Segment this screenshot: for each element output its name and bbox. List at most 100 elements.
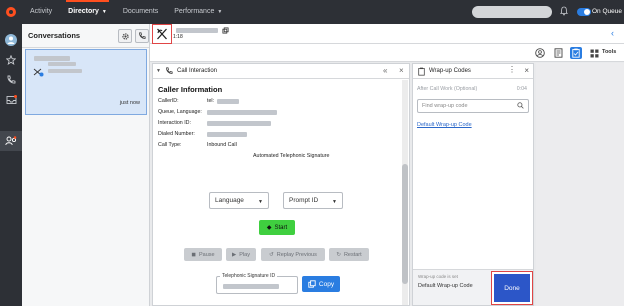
conversation-time: just now (119, 100, 140, 106)
redacted-signature-id (223, 284, 279, 289)
notes-document-icon[interactable] (552, 47, 564, 59)
wrapup-search-input[interactable]: Find wrap-up code (417, 99, 529, 113)
start-label: Start (274, 224, 288, 231)
scrollbar-thumb[interactable] (402, 164, 408, 284)
close-icon[interactable]: × (399, 66, 404, 75)
conversations-panel: Conversations just now (22, 24, 150, 306)
done-button[interactable]: Done (494, 274, 530, 302)
copy-label: Copy (318, 280, 335, 288)
expand-caret-icon[interactable]: ▼ (156, 68, 161, 74)
nav-directory[interactable]: Directory ▼ (60, 0, 115, 24)
chevron-down-icon: ▼ (101, 9, 107, 15)
replay-previous-button[interactable]: ↺ Replay Previous (261, 248, 325, 261)
replay-label: Replay Previous (276, 251, 317, 258)
chevron-down-icon: ▼ (258, 199, 263, 205)
redacted-caller (176, 28, 218, 33)
wrapup-search-placeholder: Find wrap-up code (422, 103, 468, 109)
conversations-title: Conversations (28, 31, 81, 40)
after-call-work-timer: 0:04 (516, 86, 527, 92)
restart-icon: ↻ (336, 251, 341, 258)
close-icon[interactable]: × (524, 66, 529, 75)
redacted-dialed-number (207, 132, 247, 137)
signature-id-field[interactable]: Telephonic Signature ID (216, 273, 298, 294)
prompt-id-select[interactable]: Prompt ID ▼ (283, 192, 343, 209)
wrapup-codes-panel: Wrap-up Codes ⋮ × After Call Work (Optio… (412, 63, 534, 306)
call-interaction-title: Call Interaction (177, 68, 218, 74)
on-queue-label: On Queue (592, 8, 622, 15)
caller-id-label: CallerID: (158, 98, 179, 104)
tools-grid-icon[interactable] (588, 47, 600, 59)
automated-signature-text: Automated Telephonic Signature (253, 153, 330, 159)
call-timer: 1:18 (173, 34, 183, 40)
phone-disconnected-icon (157, 28, 167, 40)
start-button[interactable]: ◆ Start (259, 220, 295, 235)
genesys-logo[interactable] (0, 0, 22, 24)
star-icon[interactable] (5, 54, 17, 66)
new-call-button[interactable] (135, 29, 149, 43)
user-avatar-icon[interactable] (5, 34, 17, 46)
wrapup-clipboard-icon[interactable] (570, 47, 582, 59)
tools-bar: Tools (150, 44, 624, 62)
default-wrapup-code-link[interactable]: Default Wrap-up Code (417, 122, 472, 128)
empty-workspace (536, 63, 624, 306)
on-queue-toggle[interactable] (577, 8, 591, 16)
notifications-bell-icon[interactable] (560, 6, 568, 16)
pause-label: Pause (198, 251, 215, 258)
copy-button[interactable]: Copy (302, 276, 340, 292)
contact-profile-icon[interactable] (534, 47, 546, 59)
after-call-work-label: After Call Work (Optional) (417, 86, 478, 92)
call-type-label: Call Type: (158, 142, 182, 148)
copy-icon (308, 280, 316, 288)
tools-label[interactable]: Tools (602, 49, 616, 55)
more-options-icon[interactable]: ⋮ (508, 65, 516, 74)
gear-icon (121, 32, 129, 40)
clipboard-icon (418, 67, 425, 76)
redacted-caller-id (217, 99, 239, 104)
restart-button[interactable]: ↻ Restart (329, 248, 369, 261)
phone-icon (166, 67, 173, 74)
done-button-highlight: Done (491, 271, 533, 305)
app-window: Activity Directory ▼ Documents Performanc… (0, 0, 624, 306)
queue-language-label: Queue, Language: (158, 109, 202, 115)
collapse-left-icon[interactable]: « (383, 66, 387, 75)
collapse-chevron-icon[interactable]: ‹ (611, 28, 614, 38)
chevron-down-icon: ▼ (332, 199, 337, 205)
call-type-value: Inbound Call (207, 142, 237, 148)
redacted-queue (207, 110, 277, 115)
nav-performance[interactable]: Performance ▼ (166, 0, 230, 24)
disconnected-call-indicator[interactable] (152, 24, 172, 44)
nav-documents[interactable]: Documents (115, 0, 166, 24)
call-ended-icon (33, 68, 44, 77)
search-icon (517, 102, 524, 109)
wrapup-set-value: Default Wrap-up Code (418, 283, 473, 289)
redacted-name (34, 56, 70, 61)
redacted-interaction-id (207, 121, 271, 126)
wrapup-set-label: Wrap-up code is set (418, 274, 458, 279)
start-arrow-icon: ◆ (266, 225, 272, 231)
play-label: Play (239, 251, 250, 258)
restart-label: Restart (343, 251, 362, 258)
interaction-id-label: Interaction ID: (158, 120, 191, 126)
interaction-header: 1:18 ‹ (150, 24, 624, 44)
left-rail (0, 24, 22, 306)
nav-activity[interactable]: Activity (22, 0, 60, 24)
copy-icon[interactable] (222, 27, 229, 34)
caller-information-heading: Caller Information (158, 85, 223, 94)
phone-icon (139, 32, 146, 39)
top-nav: Activity Directory ▼ Documents Performanc… (0, 0, 624, 24)
play-icon: ▶ (232, 251, 237, 258)
interactions-icon[interactable] (5, 135, 17, 147)
signature-id-label: Telephonic Signature ID (220, 273, 278, 279)
inbox-icon[interactable] (5, 94, 17, 106)
language-select[interactable]: Language ▼ (209, 192, 269, 209)
phone-icon[interactable] (5, 74, 17, 86)
pause-icon: ◼ (191, 251, 196, 258)
conversation-card[interactable]: just now (25, 49, 147, 115)
settings-gear-button[interactable] (118, 29, 132, 43)
global-search-input[interactable] (472, 6, 552, 18)
pause-button[interactable]: ◼ Pause (184, 248, 222, 261)
wrapup-title: Wrap-up Codes (429, 68, 471, 74)
play-button[interactable]: ▶ Play (226, 248, 256, 261)
caller-id-value: tel: (207, 98, 215, 104)
nav-performance-label: Performance (174, 8, 215, 15)
